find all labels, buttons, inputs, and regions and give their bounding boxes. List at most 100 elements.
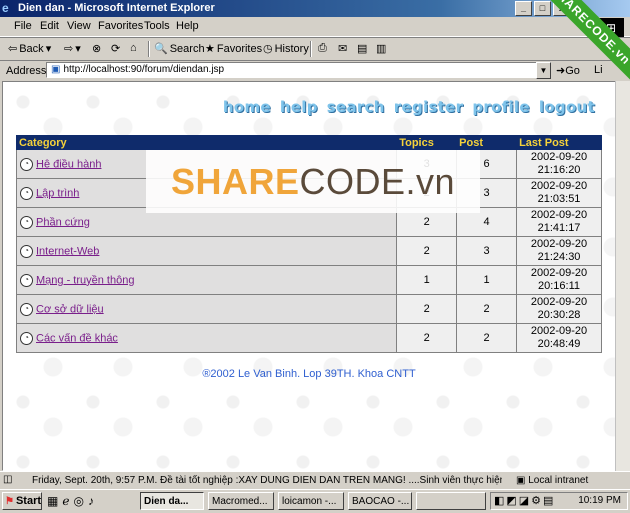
clock[interactable]: 10:19 PM [578, 495, 621, 506]
category-link[interactable]: Mạng - truyền thông [36, 274, 134, 286]
last-post-cell: 2002-09-20 21:24:30 [516, 236, 602, 266]
sharecode-watermark: SHARE CODE .vn [146, 150, 480, 213]
start-button[interactable]: ⚑ Start [2, 492, 42, 510]
stop-button[interactable]: ⊗ [92, 42, 101, 55]
chevron-down-icon: ▾ [45, 43, 52, 55]
quick-launch: ▦ ℯ ◎ ♪ [47, 494, 94, 508]
category-cell: ◔ Internet-Web [15, 236, 398, 266]
folder-bullet-icon: ◔ [20, 186, 33, 200]
media-icon[interactable]: ♪ [88, 494, 94, 508]
nav-logout[interactable]: logout [539, 98, 595, 116]
post-count: 2 [456, 294, 518, 324]
folder-bullet-icon: ◔ [20, 302, 33, 316]
chevron-down-icon: ▾ [75, 43, 81, 55]
system-tray: ◧◩◪⚙▤ 10:19 PM [490, 492, 628, 510]
nav-help[interactable]: help [280, 98, 318, 116]
category-link[interactable]: Cơ sở dữ liệu [36, 303, 104, 315]
menu-tools[interactable]: Tools [144, 20, 170, 32]
table-row: ◔ Internet-Web 2 3 2002-09-20 21:24:30 [15, 236, 602, 266]
toolbar-separator [310, 41, 312, 57]
header-post: Post [456, 135, 518, 150]
folder-bullet-icon: ◔ [20, 215, 33, 229]
stop-icon: ⊗ [92, 43, 102, 55]
home-button[interactable]: ⌂ [130, 42, 137, 54]
print-button[interactable]: ⎙ [318, 42, 327, 55]
nav-search[interactable]: search [327, 98, 385, 116]
last-post-cell: 2002-09-20 20:30:28 [516, 294, 602, 324]
discuss-button[interactable]: ▥ [376, 42, 386, 55]
menu-favorites[interactable]: Favorites [98, 20, 143, 32]
post-count: 3 [456, 236, 518, 266]
links-label[interactable]: Li [594, 64, 603, 76]
task-baocao[interactable]: BAOCAO -... [348, 492, 412, 510]
toolbar-separator [148, 41, 150, 57]
edit-button[interactable]: ▤ [357, 42, 367, 55]
task-unnamed[interactable] [416, 492, 486, 510]
vertical-scrollbar[interactable] [615, 81, 630, 471]
nav-home[interactable]: home [223, 98, 271, 116]
category-link[interactable]: Phần cứng [36, 216, 90, 228]
task-loicamon[interactable]: loicamon -... [278, 492, 344, 510]
last-post-time: 21:16:20 [537, 164, 581, 176]
post-count: 2 [456, 323, 518, 353]
discuss-icon: ▥ [376, 43, 387, 55]
last-post-date: 2002-09-20 [530, 267, 588, 279]
home-icon: ⌂ [130, 42, 137, 54]
go-button[interactable]: ➜Go [556, 64, 580, 77]
favorites-button[interactable]: ★ Favorites [205, 42, 262, 56]
refresh-button[interactable]: ⟳ [111, 42, 120, 55]
search-button[interactable]: 🔍 Search [154, 42, 205, 56]
maximize-button[interactable]: □ [534, 1, 551, 16]
back-arrow-icon: ⇦ [8, 43, 18, 55]
nav-register[interactable]: register [394, 98, 464, 116]
category-link[interactable]: Hê điều hành [36, 158, 101, 170]
forward-button[interactable]: ⇨ ▾ [64, 42, 81, 55]
forum-nav: home help search register profile logout [223, 98, 595, 116]
last-post-date: 2002-09-20 [530, 296, 588, 308]
category-link[interactable]: Các vấn đề khác [36, 332, 118, 344]
mail-icon: ✉ [338, 43, 348, 55]
last-post-cell: 2002-09-20 21:03:51 [516, 178, 602, 208]
address-field[interactable]: ▣ http://localhost:90/forum/diendan.jsp [46, 62, 540, 78]
status-bar: ◫ Friday, Sept. 20th, 9:57 P.M. Đề tài t… [0, 471, 630, 489]
category-link[interactable]: Internet-Web [36, 245, 99, 257]
task-macromedia[interactable]: Macromed... [208, 492, 274, 510]
minimize-button[interactable]: _ [515, 1, 532, 16]
edit-icon: ▤ [357, 43, 368, 55]
desktop-icon[interactable]: ▦ [47, 494, 58, 508]
last-post-cell: 2002-09-20 21:41:17 [516, 207, 602, 237]
menu-edit[interactable]: Edit [40, 20, 59, 32]
menu-view[interactable]: View [67, 20, 91, 32]
menu-help[interactable]: Help [176, 20, 199, 32]
status-text: Friday, Sept. 20th, 9:57 P.M. Đề tài tốt… [32, 475, 502, 486]
history-button[interactable]: ◷ History [263, 42, 309, 56]
task-dien-dan[interactable]: Dien da... [140, 492, 204, 510]
menu-file[interactable]: File [14, 20, 32, 32]
menu-bar: File Edit View Favorites Tools Help [0, 17, 630, 37]
print-icon: ⎙ [318, 42, 327, 54]
tray-icons[interactable]: ◧◩◪⚙▤ [494, 494, 555, 507]
back-button[interactable]: ⇦ Back ▾ [8, 42, 52, 56]
post-count: 1 [456, 265, 518, 295]
forward-arrow-icon: ⇨ [64, 43, 74, 55]
ie-quicklaunch-icon[interactable]: ℯ [62, 494, 69, 508]
last-post-date: 2002-09-20 [530, 238, 588, 250]
page-icon: ▣ [51, 64, 61, 75]
category-link[interactable]: Lập trình [36, 187, 79, 199]
windows-flag-icon: ⚑ [5, 495, 14, 507]
folder-bullet-icon: ◔ [20, 157, 33, 171]
taskbar: ⚑ Start ▦ ℯ ◎ ♪ Dien da... Macromed... l… [0, 489, 630, 513]
address-dropdown-button[interactable]: ▼ [536, 62, 551, 79]
intranet-icon: ▣ [516, 475, 529, 486]
mail-button[interactable]: ✉ [338, 42, 347, 55]
last-post-time: 21:41:17 [537, 222, 581, 234]
header-category: Category [15, 135, 398, 150]
topics-count: 2 [396, 236, 458, 266]
header-last-post: Last Post [516, 135, 602, 150]
nav-profile[interactable]: profile [472, 98, 530, 116]
category-cell: ◔ Các vấn đề khác [15, 323, 398, 353]
page-viewport: home help search register profile logout… [2, 81, 616, 471]
outlook-icon[interactable]: ◎ [73, 494, 83, 508]
address-bar: Address ▣ http://localhost:90/forum/diend… [0, 60, 630, 81]
last-post-time: 20:48:49 [537, 338, 581, 350]
